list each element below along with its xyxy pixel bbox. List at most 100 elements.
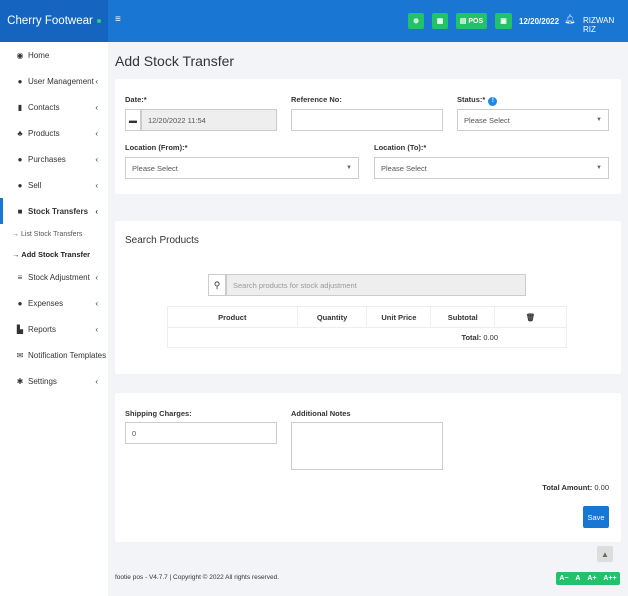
chevron-down-icon: ‹ (95, 206, 98, 216)
status-select[interactable]: Please Select ▼ (457, 109, 609, 131)
truck-icon: ■ (17, 206, 23, 216)
font-size-controls: A− A A+ A++ (556, 572, 620, 585)
sidebar-item-stock-adjustment[interactable]: ≡ Stock Adjustment ‹ (0, 264, 108, 290)
total-label: Total: (461, 333, 482, 342)
cog-icon: ✱ (16, 376, 24, 386)
sidebar-item-label: Notification Templates (28, 350, 107, 360)
status-select-value: Please Select (464, 115, 510, 125)
sidebar-item-purchases[interactable]: ● Purchases ‹ (0, 146, 108, 172)
sidebar-subitem-add-stock-transfer[interactable]: → Add Stock Transfer (0, 244, 108, 264)
chevron-left-icon: ‹ (95, 76, 98, 86)
font-increase-more-button[interactable]: A++ (603, 575, 616, 582)
additional-notes-label: Additional Notes (291, 409, 351, 418)
trash-icon: 🗑︎ (494, 306, 567, 328)
dashboard-icon: ◉ (16, 50, 24, 60)
shipping-charges-input[interactable]: 0 (125, 422, 277, 444)
location-to-value: Please Select (381, 163, 427, 173)
sidebar-item-contacts[interactable]: ▮ Contacts ‹ (0, 94, 108, 120)
chevron-down-icon: ▼ (596, 117, 602, 123)
cash-button[interactable]: ▣ (495, 13, 512, 29)
save-button[interactable]: Save (583, 506, 609, 528)
users-icon: ● (17, 76, 23, 86)
sidebar-item-stock-transfers[interactable]: ■ Stock Transfers ‹ (0, 198, 108, 224)
sidebar-item-label: Products (28, 128, 60, 138)
purchases-icon: ● (17, 154, 23, 164)
font-reset-button[interactable]: A (575, 575, 580, 582)
calculator-icon: ▦ (436, 18, 444, 25)
sidebar-item-label: Reports (28, 324, 57, 334)
date-label: Date:* (125, 95, 147, 104)
charges-notes-card: Shipping Charges: 0 Additional Notes Tot… (115, 393, 621, 542)
chevron-left-icon: ‹ (95, 128, 98, 138)
chevron-left-icon: ‹ (95, 154, 98, 164)
location-to-label: Location (To):* (374, 143, 427, 152)
money-icon: ▣ (500, 18, 507, 25)
top-navbar: ≡ ⊕ ▦ ▤ POS ▣ 12/20/2022 🔔︎ RIZWAN RIZ (108, 0, 628, 42)
additional-notes-textarea[interactable] (291, 422, 443, 470)
sidebar-item-label: Settings (28, 376, 57, 386)
cubes-icon: ♣ (17, 128, 23, 138)
sidebar-item-label: Expenses (28, 298, 64, 308)
location-from-value: Please Select (132, 163, 178, 173)
products-table: Product Quantity Unit Price Subtotal 🗑︎ … (167, 306, 567, 348)
pos-button[interactable]: ▤ POS (456, 13, 487, 29)
search-products-title: Search Products (125, 235, 199, 246)
status-label-text: Status:* (457, 95, 486, 104)
reference-label: Reference No: (291, 95, 342, 104)
sidebar-item-reports[interactable]: ▙ Reports ‹ (0, 316, 108, 342)
chevron-left-icon: ‹ (95, 298, 98, 308)
table-total-row: Total: 0.00 (167, 327, 567, 348)
sidebar-item-label: Home (28, 50, 50, 60)
online-status-dot (96, 19, 101, 23)
user-menu[interactable]: RIZWAN RIZ (583, 16, 628, 34)
sidebar-subitem-list-stock-transfers[interactable]: → List Stock Transfers (0, 224, 108, 244)
location-from-select[interactable]: Please Select ▼ (125, 157, 359, 179)
sell-icon: ● (17, 180, 23, 190)
total-amount-value: 0.00 (594, 483, 609, 492)
scroll-to-top-button[interactable]: ▲ (597, 546, 613, 562)
sidebar-item-expenses[interactable]: ● Expenses ‹ (0, 290, 108, 316)
reference-input[interactable] (291, 109, 443, 131)
database-icon: ≡ (17, 272, 23, 282)
expenses-icon: ● (17, 298, 23, 308)
sidebar-item-label: Sell (28, 180, 42, 190)
search-icon: ⚲ (208, 274, 226, 296)
table-header-row: Product Quantity Unit Price Subtotal 🗑︎ (167, 306, 567, 328)
sidebar: ◉ Home ● User Management ‹ ▮ Contacts ‹ … (0, 42, 108, 596)
sidebar-item-label: Stock Transfers (28, 206, 89, 216)
product-search-input[interactable]: Search products for stock adjustment (226, 274, 526, 296)
font-increase-button[interactable]: A+ (587, 575, 596, 582)
location-to-select[interactable]: Please Select ▼ (374, 157, 609, 179)
font-decrease-button[interactable]: A− (559, 575, 568, 582)
sidebar-item-products[interactable]: ♣ Products ‹ (0, 120, 108, 146)
search-products-card: Search Products ⚲ Search products for st… (115, 221, 621, 374)
bell-icon[interactable]: 🔔︎ (564, 14, 575, 25)
chevron-left-icon: ‹ (95, 272, 98, 282)
chevron-left-icon: ‹ (95, 376, 98, 386)
contacts-icon: ▮ (17, 102, 23, 112)
total-amount: Total Amount: 0.00 (542, 483, 609, 492)
plus-circle-icon: ⊕ (413, 18, 419, 25)
add-circle-button[interactable]: ⊕ (408, 13, 424, 29)
sidebar-item-user-management[interactable]: ● User Management ‹ (0, 68, 108, 94)
total-value: 0.00 (483, 333, 498, 342)
sidebar-item-home[interactable]: ◉ Home (0, 42, 108, 68)
sidebar-item-label: Purchases (28, 154, 66, 164)
brand-logo[interactable]: Cherry Footwear (0, 0, 108, 42)
sidebar-item-label: Contacts (28, 102, 60, 112)
column-header-quantity: Quantity (296, 306, 368, 328)
sidebar-item-label: User Management (28, 76, 94, 86)
footer-copyright: footie pos - V4.7.7 | Copyright © 2022 A… (115, 574, 280, 581)
menu-toggle-icon[interactable]: ≡ (115, 14, 121, 25)
chevron-left-icon: ‹ (95, 102, 98, 112)
calculator-button[interactable]: ▦ (432, 13, 448, 29)
sidebar-item-notification-templates[interactable]: ✉ Notification Templates (0, 342, 108, 368)
info-icon[interactable]: ! (488, 97, 498, 106)
date-input[interactable]: 12/20/2022 11:54 (141, 109, 277, 131)
chevron-down-icon: ▼ (346, 165, 352, 171)
brand-name: Cherry Footwear (7, 15, 93, 27)
sidebar-item-label: Stock Adjustment (28, 272, 90, 282)
sidebar-item-sell[interactable]: ● Sell ‹ (0, 172, 108, 198)
chart-icon: ▙ (16, 324, 24, 334)
sidebar-item-settings[interactable]: ✱ Settings ‹ (0, 368, 108, 394)
